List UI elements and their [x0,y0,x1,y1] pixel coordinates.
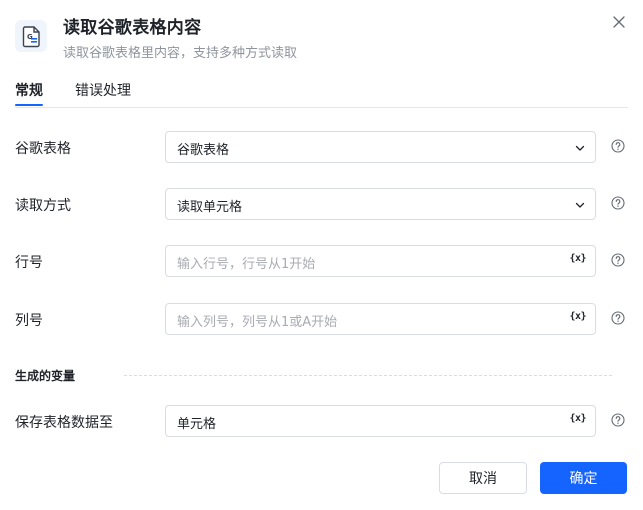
help-icon[interactable] [611,196,625,210]
dialog-title: 读取谷歌表格内容 [63,18,202,38]
tab-error-handling[interactable]: 错误处理 [75,80,131,100]
read-mode-label: 读取方式 [15,198,71,214]
section-divider [124,375,612,376]
chevron-down-icon [575,145,585,151]
row-input[interactable]: 输入行号，行号从1开始 {x} [165,245,596,277]
tab-general[interactable]: 常规 [15,80,43,106]
chevron-down-icon [575,202,585,208]
cancel-button[interactable]: 取消 [439,462,527,494]
col-input[interactable]: 输入列号，列号从1或A开始 {x} [165,303,596,335]
sheet-label: 谷歌表格 [15,141,71,157]
col-label: 列号 [15,313,43,329]
save-to-input-value: 单元格 [177,417,217,432]
read-mode-select-value: 读取单元格 [177,200,243,215]
help-icon[interactable] [611,139,625,153]
confirm-button[interactable]: 确定 [540,462,627,494]
variable-insert-icon[interactable]: {x} [569,311,586,322]
close-button[interactable] [608,11,630,33]
variable-insert-icon[interactable]: {x} [569,253,586,264]
row-label: 行号 [15,255,43,271]
row-input-placeholder: 输入行号，行号从1开始 [177,257,316,272]
help-icon[interactable] [611,311,625,325]
dialog-subtitle: 读取谷歌表格里内容，支持多种方式读取 [63,46,298,61]
sheet-select[interactable]: 谷歌表格 [165,131,596,163]
help-icon[interactable] [611,253,625,267]
svg-text:G: G [27,33,33,41]
read-mode-select[interactable]: 读取单元格 [165,188,596,220]
help-icon[interactable] [611,413,625,427]
variable-insert-icon[interactable]: {x} [569,413,586,424]
output-section-title: 生成的变量 [15,369,76,383]
close-icon [613,16,625,28]
col-input-placeholder: 输入列号，列号从1或A开始 [177,315,338,330]
save-to-input[interactable]: 单元格 {x} [165,405,596,437]
save-to-label: 保存表格数据至 [15,415,113,431]
tab-bar: 常规 错误处理 [15,78,628,108]
google-sheets-icon: G [15,20,47,52]
sheet-select-value: 谷歌表格 [177,143,230,158]
